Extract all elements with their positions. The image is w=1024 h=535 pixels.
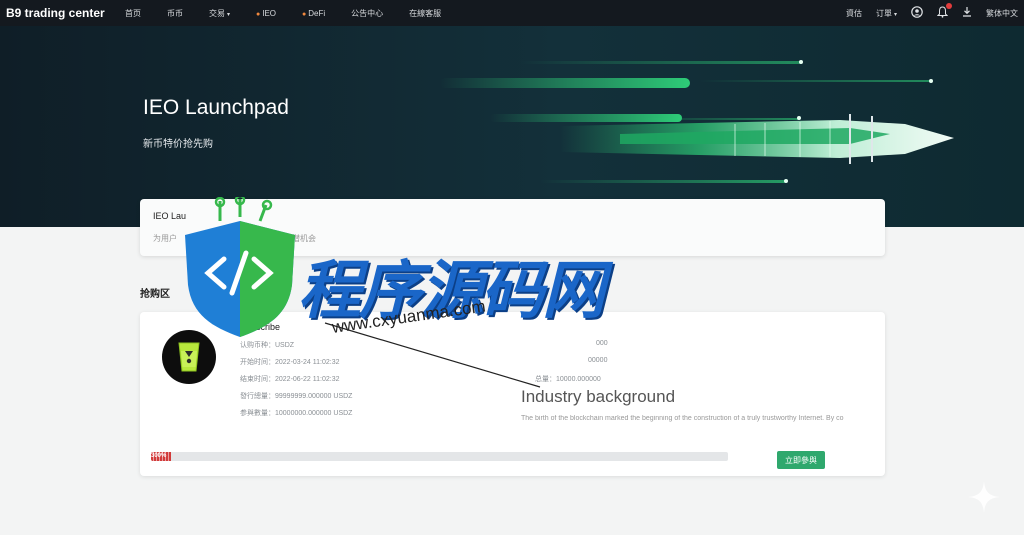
nav-trade-label: 交易: [209, 8, 225, 18]
language-selector[interactable]: 繁体中文: [986, 8, 1018, 19]
light-streak: [440, 78, 690, 88]
nav-ieo[interactable]: ● IEO: [256, 9, 276, 18]
info-desc-head: 为用户: [153, 234, 177, 243]
project-card: Subscribe 认购币种：USDZ 开始时间：2022-03-24 11:0…: [140, 312, 885, 476]
notification-badge: [946, 2, 952, 9]
brand-logo[interactable]: B9 trading center: [6, 6, 118, 20]
info-card-desc: 为用户 潜机会: [153, 233, 316, 244]
project-logo: [162, 330, 216, 384]
light-streak: [540, 180, 786, 183]
subscribe-label: Subscribe: [240, 322, 281, 332]
section-title: 抢购区: [140, 289, 170, 300]
nav-orders[interactable]: 订單 ▾: [876, 8, 897, 19]
user-icon[interactable]: [911, 5, 923, 21]
hero-banner: IEO Launchpad 新币特价抢先购: [0, 26, 1024, 227]
detail-participation: 参與數量：10000000.000000 USDZ: [240, 410, 353, 417]
detail-currency: 认购币种：USDZ: [240, 342, 295, 349]
sparkle-icon: [968, 481, 1000, 513]
nav-defi-label: DeFi: [308, 8, 326, 18]
nav-support[interactable]: 在線客服: [409, 8, 441, 19]
progress-label: 300%: [151, 453, 167, 459]
info-card-title: IEO Lau: [153, 211, 187, 221]
top-navbar: B9 trading center 首页 币币 交易 ▾ ● IEO ● DeFi 公…: [0, 0, 1024, 26]
nav-right: 資估 订單 ▾ 繁体中文: [846, 0, 1018, 26]
nav-trade[interactable]: 交易 ▾: [209, 8, 230, 19]
beer-glass-icon: [178, 342, 200, 372]
progress-bar: [151, 452, 728, 461]
hero-subtitle: 新币特价抢先购: [143, 139, 213, 150]
light-spark: [799, 60, 803, 64]
participate-button[interactable]: 立即參與: [777, 451, 825, 469]
fire-icon: ●: [256, 10, 261, 18]
industry-title: Industry background: [521, 387, 676, 406]
rocket-illustration: [560, 114, 954, 164]
nav-ieo-label: IEO: [262, 8, 277, 18]
nav-home[interactable]: 首页: [125, 8, 141, 19]
chevron-down-icon: ▾: [893, 11, 897, 18]
detail-start-time: 开始时间：2022-03-24 11:02:32: [240, 359, 340, 366]
detail-end-time: 结束时间：2022-06-22 11:02:32: [240, 376, 340, 383]
industry-text: The birth of the blockchain marked the b…: [521, 415, 844, 422]
nav-defi[interactable]: ● DeFi: [302, 9, 325, 18]
nav-assets[interactable]: 資估: [846, 8, 862, 19]
detail-total-supply: 發行總量：99999999.000000 USDZ: [240, 393, 353, 400]
nav-coin[interactable]: 币币: [167, 8, 183, 19]
hero-title: IEO Launchpad: [143, 96, 289, 119]
light-streak: [520, 61, 802, 64]
right-detail-2: 00000: [588, 357, 608, 364]
chevron-down-icon: ▾: [227, 11, 231, 18]
download-icon[interactable]: [962, 6, 972, 21]
nav-orders-label: 订單: [875, 8, 892, 18]
light-streak: [700, 80, 932, 82]
nav-links: 首页 币币 交易 ▾ ● IEO ● DeFi 公告中心 在線客服: [118, 8, 441, 19]
right-detail-3: 总量：10000.000000: [535, 376, 601, 383]
right-detail-1: 000: [596, 340, 608, 347]
bell-icon[interactable]: [936, 2, 952, 21]
nav-announcements[interactable]: 公告中心: [351, 8, 383, 19]
light-spark: [929, 79, 933, 83]
fire-icon: ●: [302, 10, 307, 18]
